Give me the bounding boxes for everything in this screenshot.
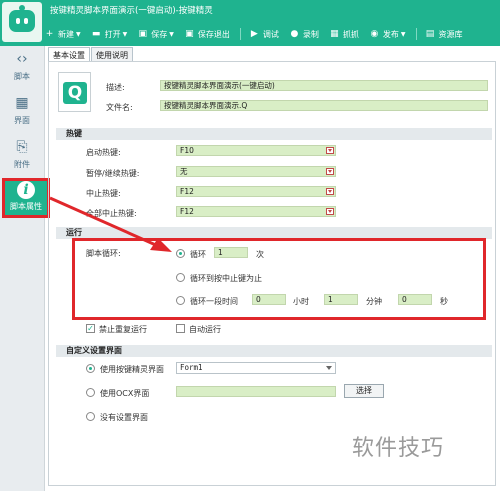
- annotation-arrow: [49, 196, 172, 252]
